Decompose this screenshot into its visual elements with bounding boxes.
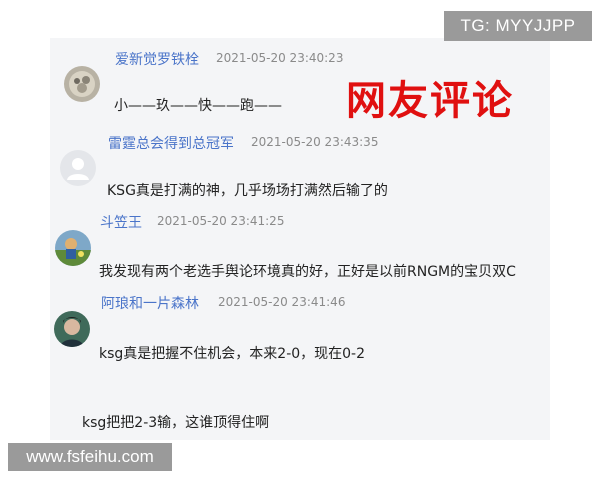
banner-title: 网友评论 <box>346 78 514 124</box>
comment-username[interactable]: 阿琅和一片森林 <box>101 293 199 313</box>
comment-text: ksg把把2-3输，这谁顶得住啊 <box>82 415 270 431</box>
watermark-bottom: www.fsfeihu.com <box>8 443 172 471</box>
user-avatar-1[interactable] <box>64 66 100 102</box>
comment-timestamp: 2021-05-20 23:43:35 <box>251 135 379 149</box>
comment-text: 我发现有两个老选手舆论环境真的好，正好是以前RNGM的宝贝双C <box>99 264 516 280</box>
comment-username[interactable]: 雷霆总会得到总冠军 <box>108 133 234 153</box>
comment-text: ksg真是把握不住机会，本来2-0，现在0-2 <box>99 346 366 362</box>
comment-text: KSG真是打满的神，几乎场场打满然后输了的 <box>107 183 388 199</box>
avatar-image <box>54 311 90 347</box>
user-avatar-4[interactable] <box>54 311 90 347</box>
user-avatar-3[interactable] <box>55 230 91 266</box>
comment-username[interactable]: 爱新觉罗铁栓 <box>115 49 199 69</box>
avatar-image <box>64 66 100 102</box>
default-avatar-icon <box>60 150 96 186</box>
watermark-top: TG: MYYJJPP <box>444 11 592 41</box>
user-avatar-2[interactable] <box>60 150 96 186</box>
comment-timestamp: 2021-05-20 23:41:25 <box>157 214 285 228</box>
comment-timestamp: 2021-05-20 23:40:23 <box>216 51 344 65</box>
avatar-image <box>55 230 91 266</box>
comment-username[interactable]: 斗笠王 <box>100 212 142 232</box>
comment-timestamp: 2021-05-20 23:41:46 <box>218 295 346 309</box>
comment-text: 小——玖——快——跑—— <box>114 98 282 114</box>
